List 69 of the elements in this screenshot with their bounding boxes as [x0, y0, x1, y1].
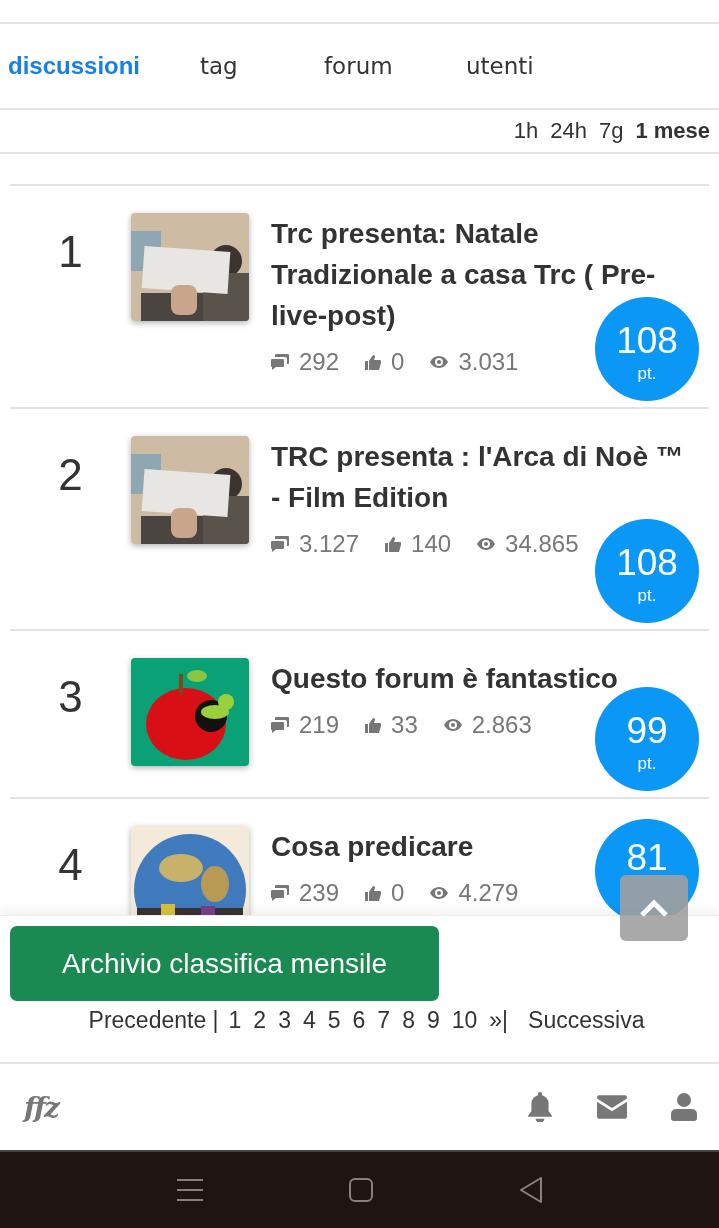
thumbs-up-icon [365, 885, 382, 901]
back-icon[interactable] [518, 1177, 543, 1203]
view-count: 34.865 [505, 529, 579, 559]
tab[interactable]: forum [324, 53, 466, 79]
thumbs-up-icon [365, 717, 382, 733]
page-link[interactable]: 10 [451, 1007, 478, 1034]
page-link[interactable]: 6 [352, 1007, 366, 1034]
tab[interactable]: discussioni [8, 52, 200, 80]
page-link[interactable]: 2 [253, 1007, 267, 1034]
like-count: 0 [391, 878, 405, 908]
score-unit: pt. [637, 753, 657, 775]
home-square-icon[interactable] [348, 1178, 373, 1202]
eye-icon [443, 719, 462, 731]
tab[interactable]: tag [200, 53, 324, 79]
page-link[interactable]: 1 [228, 1007, 242, 1034]
comment-count: 219 [299, 710, 340, 740]
score-unit: pt. [637, 585, 657, 607]
rank-number: 2 [57, 449, 84, 500]
comments-icon [271, 717, 289, 733]
archive-button[interactable]: Archivio classifica mensile [10, 926, 439, 1001]
period-filter[interactable]: 7g [598, 118, 624, 144]
view-count: 4.279 [458, 878, 519, 908]
menu-icon[interactable] [176, 1178, 203, 1202]
comment-count: 292 [299, 347, 340, 377]
topic-title[interactable]: Questo forum è fantastico [271, 658, 618, 699]
like-count: 140 [411, 529, 452, 559]
like-count: 0 [391, 347, 405, 377]
site-logo[interactable]: ffz [24, 1090, 58, 1124]
period-filter[interactable]: 1 mese [635, 118, 710, 144]
chevron-up-icon [639, 899, 669, 917]
comments-icon [271, 536, 289, 552]
like-count: 33 [391, 710, 418, 740]
eye-icon [430, 887, 449, 899]
last-page-link[interactable]: »| [489, 1007, 509, 1034]
eye-icon [430, 356, 449, 368]
score-value: 108 [616, 320, 678, 362]
topic-title[interactable]: TRC presenta : l'Arca di Noè ™ - Film Edition [271, 436, 686, 518]
page-link[interactable]: 7 [377, 1007, 391, 1034]
rank-number: 1 [57, 226, 84, 277]
view-count: 3.031 [458, 347, 519, 377]
comments-icon [271, 885, 289, 901]
period-filter[interactable]: 1h [513, 118, 539, 144]
rank-number: 3 [57, 671, 84, 722]
bell-icon[interactable] [527, 1092, 553, 1122]
period-filter[interactable]: 24h [550, 118, 587, 144]
rank-number: 4 [57, 839, 84, 890]
scroll-top-button[interactable] [620, 875, 688, 941]
page-link[interactable]: 9 [426, 1007, 440, 1034]
score-value: 99 [626, 710, 668, 752]
score-value: 81 [626, 837, 668, 879]
score-value: 108 [616, 542, 678, 584]
comments-icon [271, 354, 289, 370]
tab[interactable]: utenti [466, 53, 534, 79]
previous-link[interactable]: Precedente | [88, 1007, 219, 1034]
thumbs-up-icon [365, 354, 382, 370]
eye-icon [477, 538, 496, 550]
page-link[interactable]: 8 [402, 1007, 415, 1034]
page-link[interactable]: 4 [302, 1007, 316, 1034]
user-icon[interactable] [671, 1093, 697, 1121]
comment-count: 239 [299, 878, 340, 908]
view-count: 2.863 [471, 710, 532, 740]
score-unit: pt. [637, 363, 657, 385]
thumbs-up-icon [385, 536, 402, 552]
page-link[interactable]: 5 [327, 1007, 341, 1034]
next-link[interactable]: Successiva [528, 1007, 645, 1034]
mail-icon[interactable] [597, 1095, 627, 1119]
topic-title[interactable]: Cosa predicare [271, 826, 474, 867]
page-link[interactable]: 3 [278, 1007, 291, 1034]
comment-count: 3.127 [299, 529, 360, 559]
